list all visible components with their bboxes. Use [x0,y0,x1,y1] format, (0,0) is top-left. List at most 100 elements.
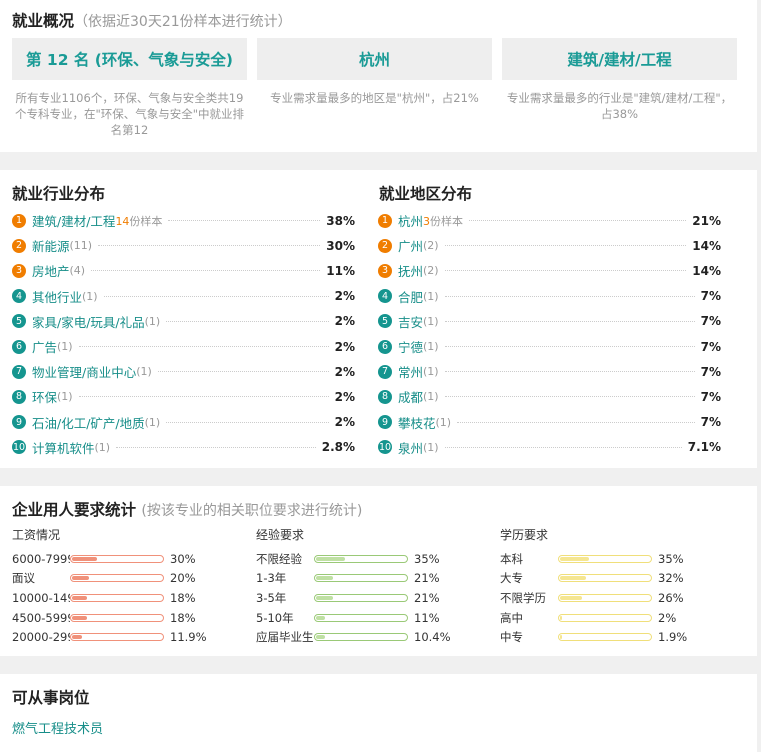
education-bar [558,593,652,602]
salary-percentage: 20% [170,571,196,586]
sample-count: (1) [423,289,439,303]
salary-label: 10000-149 [12,590,70,605]
experience-bar-fill [316,556,345,561]
education-bar [558,633,652,642]
leader-dots [168,220,321,222]
sample-count: 3份样本 [423,213,463,229]
industry-name-link[interactable]: 新能源 [32,236,70,255]
region-name-link[interactable]: 广州 [398,236,423,255]
industry-name-link[interactable]: 家具/家电/玩具/礼品 [32,312,145,331]
industry-row: 10 计算机软件 (1) 2.8% [12,435,355,460]
salary-row: 10000-149 18% [12,588,252,608]
percentage: 30% [326,238,355,253]
rank-badge: 6 [378,339,392,354]
rank-badge: 8 [12,389,26,404]
sample-count: (1) [57,390,73,404]
salary-bar [70,554,164,563]
experience-bar [314,574,408,583]
experience-row: 1-3年 21% [256,569,496,589]
region-name-link[interactable]: 攀枝花 [398,413,436,432]
experience-bar-fill [316,635,325,640]
salary-bar [70,574,164,583]
percentage: 2% [334,364,355,379]
sample-count: (1) [423,365,439,379]
region-name-link[interactable]: 杭州 [398,211,423,230]
industry-list: 1 建筑/建材/工程 14份样本 38% 2 新能源 (11) 30% 3 房地产 (4) 11% 4 其… [12,208,355,460]
education-bar [558,574,652,583]
requirements-section: 企业用人要求统计 (按该专业的相关职位要求进行统计) 工资情况 6000-799… [0,486,757,656]
salary-bar [70,593,164,602]
education-label: 大专 [500,571,523,586]
region-name-link[interactable]: 合肥 [398,287,423,306]
region-row: 7 常州 (1) 7% [378,359,721,384]
region-name-link[interactable]: 泉州 [398,438,423,457]
region-name-link[interactable]: 成都 [398,387,423,406]
industry-name-link[interactable]: 计算机软件 [32,438,95,457]
industry-name-link[interactable]: 广告 [32,337,57,356]
sample-count-number: 3 [423,214,431,228]
job-link[interactable]: 燃气工程技术员 [12,718,103,737]
overview-industry-desc: 专业需求量最多的行业是"建筑/建材/工程"，占38% [506,91,733,121]
sample-count: (1) [423,440,439,454]
region-name-link[interactable]: 宁德 [398,337,423,356]
experience-bar-fill [316,615,326,620]
industry-name-link[interactable]: 物业管理/商业中心 [32,362,136,381]
experience-row: 5-10年 11% [256,608,496,628]
leader-dots [444,270,687,272]
education-bar-fill [560,615,562,620]
leader-dots [469,220,687,222]
industry-name-link[interactable]: 其他行业 [32,287,82,306]
rank-badge: 9 [12,415,26,430]
salary-row: 4500-5999 18% [12,608,252,628]
region-name-link[interactable]: 吉安 [398,312,423,331]
region-row: 6 宁德 (1) 7% [378,334,721,359]
education-row: 中专 1.9% [500,627,740,647]
education-label: 中专 [500,630,523,645]
salary-row: 20000-299 11.9% [12,627,252,647]
region-name-link[interactable]: 抚州 [398,261,423,280]
salary-bar-fill [72,576,89,581]
industry-row: 7 物业管理/商业中心 (1) 2% [12,359,355,384]
percentage: 7% [700,289,721,304]
experience-label: 1-3年 [256,571,287,586]
salary-label: 面议 [12,571,35,586]
sample-count: (1) [144,415,161,429]
region-row: 2 广州 (2) 14% [378,233,721,258]
rank-badge: 6 [12,339,26,354]
industry-name-link[interactable]: 石油/化工/矿产/地质 [32,413,145,432]
percentage: 38% [326,213,355,228]
region-row: 10 泉州 (1) 7.1% [378,435,721,460]
sample-count: 14份样本 [115,213,162,229]
region-name-link[interactable]: 常州 [398,362,423,381]
percentage: 7% [700,314,721,329]
requirements-title-row: 企业用人要求统计 (按该专业的相关职位要求进行统计) [12,498,362,520]
industry-name-link[interactable]: 房地产 [32,261,70,280]
education-row: 本科 35% [500,549,740,569]
overview-section: 就业概况（依据近30天21份样本进行统计） 第 12 名 (环保、气象与安全) … [0,0,757,152]
leader-dots [166,320,329,322]
salary-column: 工资情况 6000-7999 30% 面议 20% 10000-149 18% 4500-5… [12,526,252,647]
leader-dots [166,421,329,423]
sample-count: (1) [435,415,452,429]
experience-bar [314,554,408,563]
education-row: 大专 32% [500,569,740,589]
industry-name-link[interactable]: 环保 [32,387,57,406]
region-row: 9 攀枝花 (1) 7% [378,410,721,435]
salary-percentage: 18% [170,610,196,625]
experience-bar-fill [316,576,334,581]
distribution-section: 就业行业分布 就业地区分布 1 建筑/建材/工程 14份样本 38% 2 新能源 (11) 3… [0,170,757,468]
salary-label: 6000-7999 [12,551,70,566]
region-row: 8 成都 (1) 7% [378,384,721,409]
salary-row: 面议 20% [12,569,252,589]
salary-bar-fill [72,556,97,561]
leader-dots [444,446,682,448]
industry-name-link[interactable]: 建筑/建材/工程 [32,211,115,230]
education-bar [558,554,652,563]
experience-bar-fill [316,595,334,600]
region-row: 1 杭州 3份样本 21% [378,208,721,233]
experience-percentage: 10.4% [414,630,451,645]
education-label: 高中 [500,610,523,625]
education-bar-fill [560,556,589,561]
salary-bar-fill [72,635,82,640]
percentage: 21% [692,213,721,228]
